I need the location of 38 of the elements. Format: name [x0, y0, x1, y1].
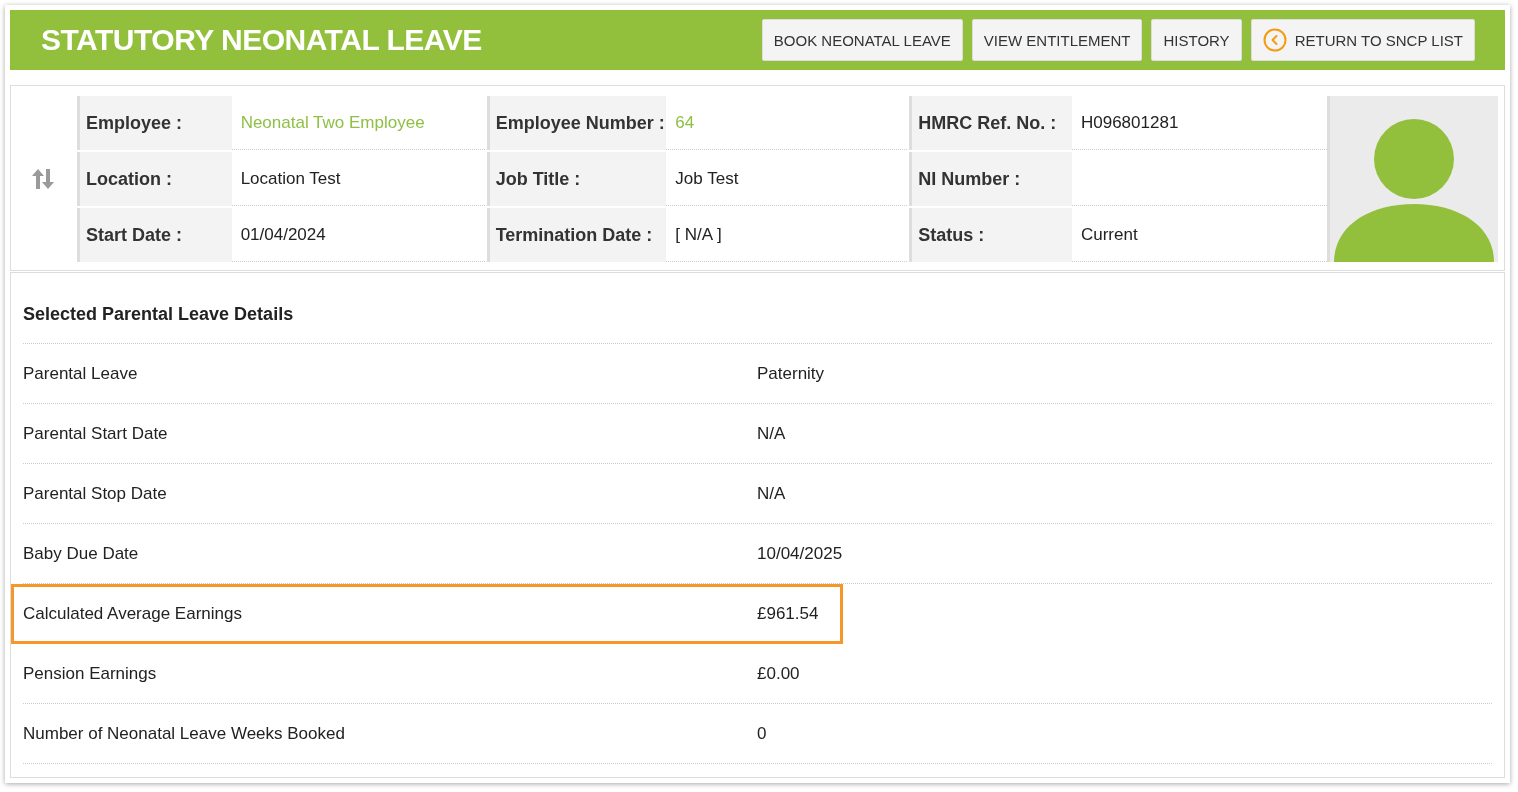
field-value: Current — [1071, 208, 1327, 262]
detail-label: Calculated Average Earnings — [23, 604, 243, 624]
toolbar-button[interactable]: RETURN TO SNCP LIST — [1250, 19, 1475, 61]
field-label: Location : — [77, 152, 232, 206]
field-value: Location Test — [231, 152, 485, 206]
detail-value: N/A — [757, 483, 786, 504]
detail-value: 10/04/2025 — [757, 543, 843, 564]
field-label: Status : — [909, 208, 1072, 262]
toolbar-button[interactable]: VIEW ENTITLEMENT — [971, 19, 1143, 61]
field-value: 01/04/2024 — [231, 208, 485, 262]
toolbar-button[interactable]: HISTORY — [1151, 19, 1242, 61]
detail-label: Parental Start Date — [23, 423, 169, 444]
avatar-icon — [1334, 116, 1494, 262]
back-circle-icon — [1262, 28, 1287, 52]
page-title: STATUTORY NEONATAL LEAVE — [41, 23, 482, 57]
sort-arrows-icon[interactable] — [31, 168, 55, 190]
toolbar-button[interactable]: BOOK NEONATAL LEAVE — [761, 19, 963, 61]
field-label: Employee Number : — [486, 96, 667, 150]
detail-label: Parental Stop Date — [23, 483, 168, 504]
detail-label: Pension Earnings — [23, 663, 158, 684]
detail-label: Parental Leave — [23, 363, 139, 384]
detail-label: Number of Neonatal Leave Weeks Booked — [23, 723, 346, 744]
detail-label: Baby Due Date — [23, 543, 140, 564]
detail-value: Paternity — [757, 363, 825, 384]
section-title: Selected Parental Leave Details — [23, 285, 1492, 344]
detail-value: N/A — [757, 423, 786, 444]
field-value: [ N/A ] — [666, 208, 908, 262]
field-label: Termination Date : — [486, 208, 667, 262]
field-label: Employee : — [77, 96, 232, 150]
detail-value: £0.00 — [757, 663, 800, 684]
detail-value: £961.54 — [757, 604, 819, 624]
field-value: Job Test — [666, 152, 908, 206]
field-label: NI Number : — [909, 152, 1072, 206]
field-label: Job Title : — [486, 152, 667, 206]
field-label: HMRC Ref. No. : — [909, 96, 1072, 150]
field-value: H096801281 — [1071, 96, 1327, 150]
field-label: Start Date : — [77, 208, 232, 262]
detail-value: 0 — [757, 723, 767, 744]
